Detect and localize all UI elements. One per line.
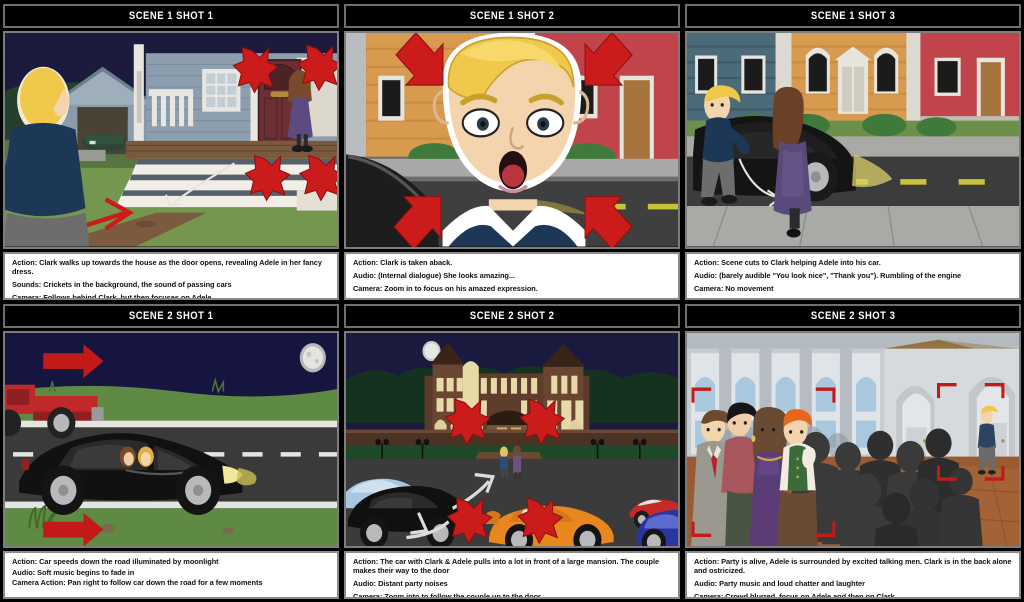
panel-scene-1-shot-1[interactable]: SCENE 1 SHOT 1 Action: Clark walks up to… — [3, 4, 339, 300]
panel-artwork[interactable] — [344, 330, 680, 548]
panel-header: SCENE 2 SHOT 3 — [685, 303, 1021, 328]
caption-action: Action: Clark walks up towards the house… — [12, 257, 322, 276]
panel-artwork[interactable] — [685, 31, 1021, 249]
caption-camera: Camera: Crowd blurred, focus on Adele an… — [694, 592, 897, 599]
panel-caption: Action: The car with Clark & Adele pulls… — [344, 551, 680, 599]
caption-action: Action: The car with Clark & Adele pulls… — [353, 557, 660, 576]
panel-header: SCENE 1 SHOT 2 — [344, 4, 680, 28]
panel-scene-1-shot-2[interactable]: SCENE 1 SHOT 2 Action: Clark is taken ab… — [344, 4, 680, 300]
caption-action: Action: Clark is taken aback. — [353, 257, 453, 267]
caption-action: Action: Party is alive, Adele is surroun… — [694, 557, 1012, 576]
scene-illustration-night-highway — [5, 332, 337, 546]
scene-illustration-ballroom-party — [687, 332, 1019, 546]
panel-caption: Action: Clark walks up towards the house… — [3, 251, 339, 300]
panel-title: SCENE 2 SHOT 3 — [810, 309, 896, 322]
panel-scene-2-shot-2[interactable]: SCENE 2 SHOT 2 Action: The car with Clar… — [344, 303, 680, 599]
panel-header: SCENE 1 SHOT 1 — [3, 4, 339, 28]
panel-scene-2-shot-3[interactable]: SCENE 2 SHOT 3 Action: Party is alive, A… — [685, 303, 1021, 599]
caption-camera: Camera: Follows behind Clark, but then f… — [12, 292, 214, 300]
caption-camera: Camera: No movement — [694, 283, 774, 293]
scene-illustration-house-exterior — [5, 33, 337, 247]
panel-artwork[interactable] — [685, 330, 1021, 548]
caption-audio: Audio: (barely audible "You look nice", … — [694, 270, 962, 280]
panel-title: SCENE 1 SHOT 3 — [810, 10, 896, 22]
panel-artwork[interactable] — [344, 31, 680, 249]
caption-audio: Audio: Distant party noises — [353, 579, 448, 589]
scene-illustration-car-curb — [687, 33, 1019, 247]
storyboard-row-2: SCENE 2 SHOT 1 Action: Car speeds down t… — [3, 303, 1021, 599]
caption-camera: Camera Action: Pan right to follow car d… — [12, 578, 263, 588]
storyboard: SCENE 1 SHOT 1 Action: Clark walks up to… — [0, 0, 1024, 602]
storyboard-row-1: SCENE 1 SHOT 1 Action: Clark walks up to… — [3, 4, 1021, 300]
panel-caption: Action: Party is alive, Adele is surroun… — [685, 551, 1021, 599]
scene-illustration-mansion-lot — [346, 332, 678, 546]
caption-audio: Audio: (Internal dialogue) She looks ama… — [353, 270, 515, 280]
caption-camera: Camera: Zoom into to follow the couple u… — [353, 592, 541, 599]
scene-illustration-clark-closeup — [346, 33, 678, 247]
panel-title: SCENE 1 SHOT 2 — [469, 10, 555, 22]
caption-audio: Audio: Party music and loud chatter and … — [694, 579, 865, 589]
panel-scene-1-shot-3[interactable]: SCENE 1 SHOT 3 Action: Scene cuts to Cla… — [685, 4, 1021, 300]
panel-header: SCENE 1 SHOT 3 — [685, 4, 1021, 28]
caption-action: Action: Scene cuts to Clark helping Adel… — [694, 257, 881, 267]
panel-caption: Action: Car speeds down the road illumin… — [3, 551, 339, 599]
panel-title: SCENE 2 SHOT 1 — [128, 309, 214, 322]
panel-artwork[interactable] — [3, 31, 339, 249]
panel-caption: Action: Clark is taken aback. Audio: (In… — [344, 251, 680, 300]
panel-artwork[interactable] — [3, 330, 339, 548]
caption-action: Action: Car speeds down the road illumin… — [12, 557, 219, 566]
caption-sounds: Sounds: Crickets in the background, the … — [12, 279, 232, 289]
caption-audio: Audio: Soft music begins to fade in — [12, 567, 135, 577]
panel-caption: Action: Scene cuts to Clark helping Adel… — [685, 251, 1021, 300]
caption-camera: Camera: Zoom in to focus on his amazed e… — [353, 283, 538, 293]
panel-title: SCENE 2 SHOT 2 — [469, 309, 555, 322]
panel-scene-2-shot-1[interactable]: SCENE 2 SHOT 1 Action: Car speeds down t… — [3, 303, 339, 599]
panel-header: SCENE 2 SHOT 2 — [344, 303, 680, 328]
panel-title: SCENE 1 SHOT 1 — [128, 10, 214, 22]
panel-header: SCENE 2 SHOT 1 — [3, 303, 339, 328]
